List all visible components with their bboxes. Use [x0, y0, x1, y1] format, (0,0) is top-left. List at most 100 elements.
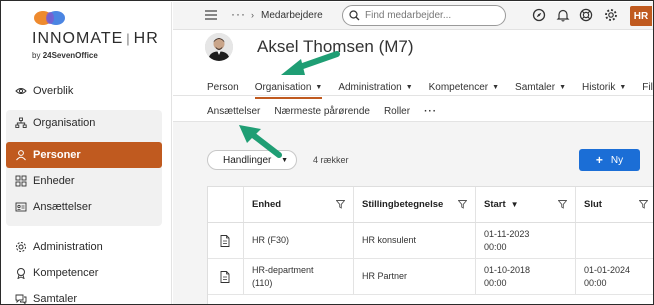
- table-header-row: Enhed Stillingbetegnelse Start ▼ Slut: [208, 187, 653, 223]
- chevron-down-icon: ▼: [405, 83, 413, 91]
- cell-stilling: HR konsulent: [354, 223, 476, 258]
- id-card-icon: [15, 201, 27, 213]
- tab-label: Historik: [582, 81, 616, 93]
- actions-dropdown-label: Handlinger: [223, 154, 272, 166]
- settings-gear-icon[interactable]: [604, 8, 618, 22]
- tab-label: Filan: [642, 81, 653, 93]
- breadcrumb-medarbejdere[interactable]: Medarbejdere: [261, 10, 323, 21]
- column-header-slut[interactable]: Slut: [576, 187, 653, 222]
- bell-icon[interactable]: [556, 8, 570, 22]
- sidebar-item-ansaettelser[interactable]: Ansættelser: [6, 194, 162, 220]
- document-icon[interactable]: [220, 234, 230, 247]
- filter-icon[interactable]: [458, 200, 467, 209]
- column-header-enhed[interactable]: Enhed: [244, 187, 354, 222]
- sidebar: INNOMATE | HR by 24SevenOffice Overblik Or…: [2, 2, 172, 304]
- search-icon: [349, 10, 360, 21]
- logo-mark-icon: [34, 11, 65, 25]
- sidebar-item-enheder[interactable]: Enheder: [6, 168, 162, 194]
- filter-icon[interactable]: [336, 200, 345, 209]
- tab-label: Samtaler: [515, 81, 556, 93]
- cell-start: 01-10-2018 00:00: [476, 259, 576, 294]
- sidebar-item-label: Organisation: [33, 117, 96, 129]
- search-box: [342, 5, 506, 26]
- sidebar-item-organisation[interactable]: Organisation: [6, 110, 162, 136]
- tab-organisation[interactable]: Organisation ▼: [254, 78, 323, 99]
- new-button[interactable]: + Ny: [579, 149, 640, 171]
- subtab-ansaettelser[interactable]: Ansættelser: [207, 106, 261, 124]
- chevron-down-icon: ▼: [619, 83, 627, 91]
- sidebar-item-label: Administration: [33, 241, 103, 253]
- chevron-right-icon: ›: [251, 10, 254, 20]
- sub-tabs: Ansættelser Nærmeste pårørende Roller ··…: [207, 102, 451, 124]
- table-row[interactable]: HR-department (110) HR Partner 01-10-201…: [208, 259, 653, 295]
- document-icon[interactable]: [220, 270, 230, 283]
- tab-historik[interactable]: Historik ▼: [582, 78, 626, 96]
- org-chart-icon: [15, 117, 27, 129]
- cell-enhed: HR (F30): [244, 223, 354, 258]
- sort-desc-icon[interactable]: ▼: [511, 200, 519, 209]
- sidebar-item-label: Ansættelser: [33, 201, 92, 213]
- badge-icon: [15, 267, 27, 279]
- sidebar-item-personer[interactable]: Personer: [6, 142, 162, 168]
- cell-start: 01-11-2023 00:00: [476, 223, 576, 258]
- avatar: [205, 33, 233, 61]
- hr-module-badge[interactable]: HR: [630, 6, 652, 26]
- eye-icon: [15, 85, 27, 97]
- brand-logo: INNOMATE | HR by 24SevenOffice: [32, 8, 158, 64]
- tab-administration[interactable]: Administration ▼: [338, 78, 412, 96]
- tab-person[interactable]: Person: [207, 78, 239, 96]
- sidebar-item-label: Personer: [33, 149, 81, 161]
- chevron-down-icon: ▼: [281, 156, 288, 164]
- sidebar-item-kompetencer[interactable]: Kompetencer: [6, 260, 162, 286]
- cell-slut: [576, 223, 653, 258]
- hamburger-menu-icon[interactable]: [205, 10, 217, 20]
- breadcrumb-more-button[interactable]: ···: [231, 7, 246, 21]
- search-input[interactable]: [365, 10, 505, 21]
- cell-stilling: HR Partner: [354, 259, 476, 294]
- chevron-down-icon: ▼: [315, 83, 323, 91]
- cell-enhed: HR-department (110): [244, 259, 354, 294]
- tab-filan[interactable]: Filan: [642, 78, 653, 96]
- person-icon: [15, 149, 27, 161]
- tab-samtaler[interactable]: Samtaler ▼: [515, 78, 566, 96]
- filter-icon[interactable]: [558, 200, 567, 209]
- tab-kompetencer[interactable]: Kompetencer ▼: [429, 78, 499, 96]
- chat-icon: [15, 293, 27, 304]
- cell-slut: 01-01-2024 00:00: [584, 264, 631, 288]
- help-lifebuoy-icon[interactable]: [579, 8, 593, 22]
- column-header-start[interactable]: Start ▼: [476, 187, 576, 222]
- main-tabs: Person Organisation ▼ Administration ▼ Kom…: [207, 78, 653, 99]
- sidebar-item-label: Enheder: [33, 175, 75, 187]
- table-row[interactable]: HR (F30) HR konsulent 01-11-2023 00:00: [208, 223, 653, 259]
- tab-label: Organisation: [254, 81, 312, 93]
- sidebar-item-samtaler[interactable]: Samtaler: [6, 286, 162, 304]
- tab-label: Kompetencer: [428, 81, 489, 93]
- row-document-cell: [208, 223, 244, 258]
- sidebar-item-overblik[interactable]: Overblik: [6, 78, 162, 104]
- subtab-more-button[interactable]: ···: [424, 106, 437, 117]
- grid-icon: [15, 175, 27, 187]
- gear-icon: [15, 241, 27, 253]
- sidebar-nav: Overblik Organisation Personer Enheder A…: [6, 78, 162, 304]
- compass-icon[interactable]: [532, 8, 546, 22]
- column-header-stillingbetegnelse[interactable]: Stillingbetegnelse: [354, 187, 476, 222]
- brand-name: INNOMATE | HR: [32, 30, 159, 47]
- tab-label: Person: [207, 81, 239, 93]
- header-icon-column: [208, 187, 244, 222]
- tab-label: Administration: [338, 81, 402, 93]
- person-name-title: Aksel Thomsen (M7): [257, 37, 414, 56]
- tabs-divider: [173, 95, 653, 96]
- sidebar-item-label: Kompetencer: [33, 267, 99, 279]
- actions-dropdown[interactable]: Handlinger ▼: [207, 150, 297, 170]
- sidebar-item-administration[interactable]: Administration: [6, 234, 162, 260]
- sidebar-item-label: Overblik: [33, 85, 74, 97]
- top-bar: ··· › Medarbejdere HR: [173, 2, 653, 30]
- subtab-naermeste-paaroerende[interactable]: Nærmeste pårørende: [274, 106, 370, 117]
- employments-table: Enhed Stillingbetegnelse Start ▼ Slut HR…: [207, 186, 653, 304]
- subtab-roller[interactable]: Roller: [384, 106, 410, 117]
- filter-icon[interactable]: [639, 200, 648, 209]
- person-photo-icon: [205, 33, 233, 61]
- row-document-cell: [208, 259, 244, 294]
- column-header-label: Stillingbetegnelse: [362, 199, 444, 210]
- column-header-label: Start: [484, 199, 506, 210]
